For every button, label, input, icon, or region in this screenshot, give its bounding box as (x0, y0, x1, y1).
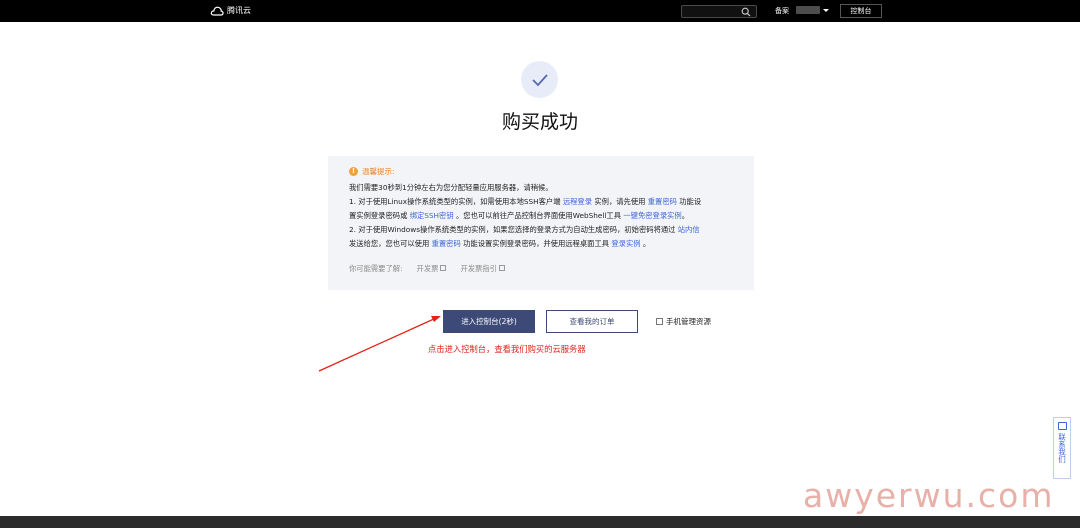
console-button[interactable]: 控制台 (840, 4, 882, 18)
passwordless-login-link[interactable]: 一键免密登录实例 (623, 211, 681, 220)
search-icon[interactable] (741, 7, 751, 17)
notice-text: 实例，请先使用 (592, 197, 648, 206)
mobile-manage-label: 手机管理资源 (666, 317, 711, 326)
notice-text: 置实例登录密码或 (349, 211, 410, 220)
page-title: 购买成功 (501, 111, 578, 133)
notice-text: 。您也可以前往产品控制台界面使用WebShell工具 (453, 211, 624, 220)
external-link-icon (440, 265, 447, 271)
success-check-icon (521, 61, 558, 98)
notice-line: 发送给您，您也可以使用 重置密码 功能设置实例登录密码，并使用远程桌面工具 登录… (349, 237, 754, 251)
site-message-link[interactable]: 站内信 (678, 225, 700, 234)
notice-text: 。 (681, 211, 690, 220)
more-info-row: 你可能需要了解: 开发票 开发票指引 (349, 263, 754, 275)
reset-password-link[interactable]: 重置密码 (432, 239, 461, 248)
remote-login-link[interactable]: 远程登录 (563, 197, 592, 206)
logo-text: 腾讯云 (227, 6, 251, 15)
warning-icon: ! (349, 167, 358, 176)
notice-line: 2. 对于使用Windows操作系统类型的实例，如果您选择的登录方式为自动生成密… (349, 223, 754, 237)
contact-us-button[interactable]: 联系我们 (1053, 417, 1071, 479)
enter-console-button[interactable]: 进入控制台(2秒) (443, 310, 535, 333)
watermark: awyerwu.com (803, 476, 1055, 515)
tencent-cloud-logo[interactable]: 腾讯云 (210, 5, 251, 17)
user-menu[interactable] (796, 6, 829, 14)
top-nav-bar: 腾讯云 备案 控制台 (0, 0, 1080, 22)
user-name-blurred (796, 6, 820, 14)
notice-text: 。 (640, 239, 651, 248)
login-instance-link[interactable]: 登录实例 (611, 239, 640, 248)
notice-panel: ! 温馨提示: 我们需要30秒到1分钟左右为您分配轻量应用服务器，请稍候。 1.… (328, 156, 754, 290)
mobile-manage-link[interactable]: 手机管理资源 (656, 316, 711, 327)
notice-line: 置实例登录密码或 绑定SSH密钥 。您也可以前往产品控制台界面使用WebShel… (349, 209, 754, 223)
notice-text: 我们需要30秒到1分钟左右为您分配轻量应用服务器，请稍候。 (349, 183, 553, 192)
invoice-guide-link-label: 开发票指引 (460, 264, 497, 273)
search-input[interactable] (681, 5, 757, 18)
invoice-guide-link[interactable]: 开发票指引 (460, 263, 505, 275)
external-link-icon (498, 265, 505, 271)
notice-line: 我们需要30秒到1分钟左右为您分配轻量应用服务器，请稍候。 (349, 181, 754, 195)
nav-beian-link[interactable]: 备案 (775, 6, 789, 16)
notice-text: 功能设 (676, 197, 702, 206)
notice-text: 2. 对于使用Windows操作系统类型的实例，如果您选择的登录方式为自动生成密… (349, 225, 678, 234)
notice-header: ! 温馨提示: (349, 166, 754, 177)
chat-icon (1057, 422, 1067, 430)
notice-text: 发送给您，您也可以使用 (349, 239, 432, 248)
notice-text: 功能设置实例登录密码，并使用远程桌面工具 (460, 239, 612, 248)
contact-us-label: 联系我们 (1057, 433, 1067, 463)
qrcode-icon (656, 318, 663, 325)
cloud-logo-icon (210, 6, 224, 16)
footer-bar (0, 516, 1080, 528)
notice-title: 温馨提示: (362, 167, 395, 176)
annotation-text: 点击进入控制台，查看我们购买的云服务器 (428, 344, 586, 354)
notice-text: 1. 对于使用Linux操作系统类型的实例，如需使用本地SSH客户端 (349, 197, 563, 206)
invoice-link[interactable]: 开发票 (417, 263, 447, 275)
chevron-down-icon (823, 8, 829, 12)
notice-line: 1. 对于使用Linux操作系统类型的实例，如需使用本地SSH客户端 远程登录 … (349, 195, 754, 209)
bind-ssh-key-link[interactable]: 绑定SSH密钥 (410, 211, 454, 220)
invoice-link-label: 开发票 (416, 264, 439, 273)
more-info-label: 你可能需要了解: (349, 264, 403, 273)
view-orders-button[interactable]: 查看我的订单 (546, 310, 638, 333)
reset-password-link[interactable]: 重置密码 (648, 197, 677, 206)
